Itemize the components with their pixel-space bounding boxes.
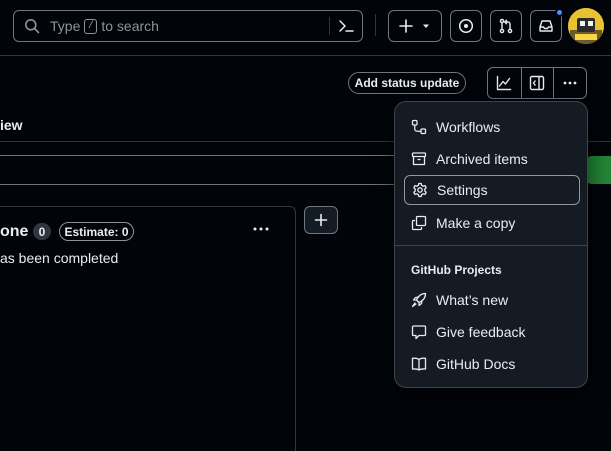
- create-new-button[interactable]: [388, 10, 442, 42]
- menu-divider: [395, 245, 587, 246]
- menu-item-label: What’s new: [436, 292, 509, 308]
- kebab-horizontal-icon: [563, 81, 577, 85]
- menu-item-give-feedback[interactable]: Give feedback: [404, 317, 580, 347]
- book-icon: [411, 357, 427, 371]
- menu-item-label: Give feedback: [436, 324, 526, 340]
- sidebar-expand-icon: [530, 75, 545, 91]
- avatar-image: [568, 8, 604, 44]
- board-column: [0, 206, 296, 451]
- search-divider: [329, 17, 330, 35]
- search-suffix: to search: [101, 18, 159, 34]
- menu-item-settings[interactable]: Settings: [404, 175, 580, 205]
- menu-item-label: Archived items: [436, 151, 528, 167]
- archive-icon: [411, 152, 427, 166]
- search-placeholder: Type / to search: [50, 18, 159, 34]
- pull-request-icon: [499, 18, 513, 34]
- menu-item-label: Workflows: [436, 119, 501, 135]
- kebab-horizontal-icon: [253, 227, 269, 231]
- insights-button[interactable]: [488, 68, 521, 98]
- project-actions-group: [487, 67, 587, 99]
- menu-item-make-a-copy[interactable]: Make a copy: [404, 208, 580, 238]
- column-count-badge: 0: [33, 223, 51, 240]
- graph-icon: [497, 75, 512, 91]
- add-status-update-button[interactable]: Add status update: [348, 72, 466, 94]
- header-divider: [375, 14, 376, 36]
- search-prefix: Type: [50, 18, 81, 34]
- search-input[interactable]: Type / to search: [13, 10, 363, 42]
- pull-requests-button[interactable]: [490, 10, 522, 42]
- project-options-menu: Workflows Archived items Settings Make a…: [394, 101, 588, 388]
- rocket-icon: [411, 292, 427, 308]
- more-options-button[interactable]: [553, 68, 586, 98]
- save-view-button[interactable]: [586, 156, 611, 184]
- issue-opened-icon: [458, 18, 474, 34]
- column-estimate-badge: Estimate: 0: [59, 222, 134, 241]
- add-column-button[interactable]: [304, 206, 338, 234]
- gear-icon: [413, 182, 427, 198]
- search-icon: [25, 19, 40, 34]
- search-shortcut-key: /: [84, 18, 98, 34]
- column-title: one: [0, 223, 29, 240]
- column-description: as been completed: [0, 250, 119, 266]
- column-menu-button[interactable]: [251, 221, 271, 237]
- copy-icon: [411, 215, 427, 231]
- plus-icon: [314, 213, 328, 227]
- menu-item-label: Make a copy: [436, 215, 516, 231]
- command-palette-icon[interactable]: [338, 18, 354, 34]
- menu-item-label: GitHub Docs: [436, 356, 516, 372]
- workflow-icon: [411, 119, 427, 135]
- menu-item-archived-items[interactable]: Archived items: [404, 144, 580, 174]
- inbox-icon: [539, 20, 553, 32]
- comment-icon: [411, 325, 427, 340]
- menu-item-github-docs[interactable]: GitHub Docs: [404, 349, 580, 379]
- side-panel-button[interactable]: [520, 68, 554, 98]
- notification-indicator: [555, 8, 564, 17]
- menu-item-workflows[interactable]: Workflows: [404, 112, 580, 142]
- avatar[interactable]: [568, 8, 604, 44]
- triangle-down-icon: [423, 24, 429, 28]
- menu-group-title: GitHub Projects: [411, 263, 502, 277]
- plus-icon: [399, 19, 413, 33]
- tab-view[interactable]: iew: [0, 117, 23, 133]
- issues-button[interactable]: [450, 10, 482, 42]
- menu-item-label: Settings: [437, 182, 488, 198]
- menu-item-whats-new[interactable]: What’s new: [404, 285, 580, 315]
